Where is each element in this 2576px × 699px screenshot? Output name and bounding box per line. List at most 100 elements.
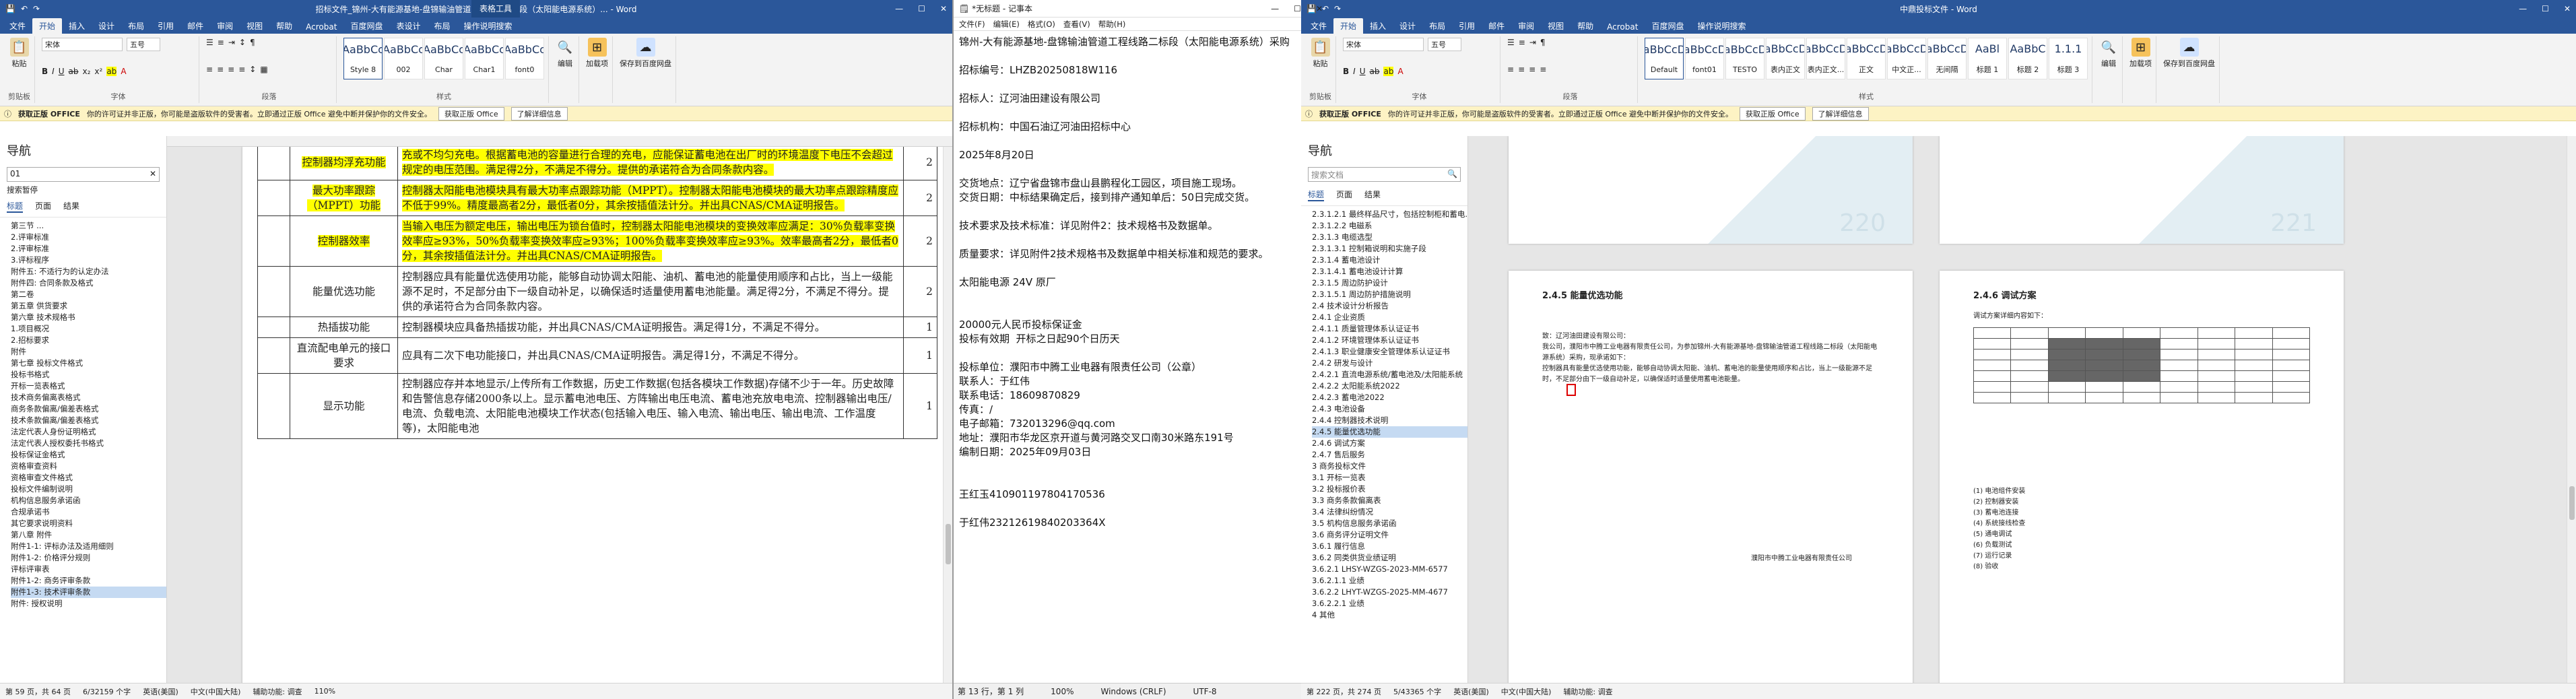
style-item[interactable]: AaBl 标题 1 [1968, 38, 2007, 79]
notepad-text-area[interactable]: 锦州-大有能源基地-盘锦输油管道工程线路二标段（太阳能电源系统）采购 招标编号：… [954, 31, 1328, 534]
ribbon-tab[interactable]: 文件 [3, 18, 32, 34]
nav-heading-item[interactable]: 第七章 投标文件格式 [11, 358, 166, 369]
style-item[interactable]: AaBbCcDd 中文正... [1887, 38, 1926, 79]
ribbon-tab[interactable]: 布局 [1422, 18, 1452, 34]
nav-heading-item[interactable]: 2.4.1.3 职业健康安全管理体系认证证书 [1312, 346, 1467, 358]
criterion-name-cell[interactable]: 显示功能 [290, 373, 398, 439]
undo-icon[interactable]: ↶ [21, 4, 28, 13]
nav-heading-item[interactable]: 2.4.6 调试方案 [1312, 438, 1467, 449]
strikethrough-button[interactable]: ab [69, 67, 79, 76]
nav-heading-item[interactable]: 技术商务偏离表格式 [11, 392, 166, 403]
ribbon-tab[interactable]: 布局 [427, 18, 457, 34]
ribbon-tab[interactable]: 操作说明搜索 [457, 18, 519, 34]
ribbon-tab[interactable]: 视图 [1541, 18, 1571, 34]
save-icon[interactable]: 💾 [5, 4, 15, 13]
edit-button[interactable]: 🔍 编辑 [2099, 38, 2118, 69]
nav-heading-item[interactable]: 其它要求说明资料 [11, 518, 166, 529]
addins-button[interactable]: ⊞ 加载项 [2129, 38, 2152, 69]
ribbon-tab[interactable]: 表设计 [389, 18, 427, 34]
align-right-icon[interactable]: ≡ [1529, 65, 1535, 74]
score-cell[interactable]: 2 [903, 266, 937, 317]
status-item[interactable]: 第 59 页，共 64 页 [5, 686, 71, 697]
close-icon[interactable]: ✕ [2564, 4, 2571, 13]
menu-item[interactable]: 查看(V) [1063, 19, 1090, 29]
nav-heading-item[interactable]: 1.项目概况 [11, 323, 166, 335]
font-name-select[interactable]: 宋体 [42, 38, 123, 51]
nav-heading-item[interactable]: 法定代表人身份证明格式 [11, 426, 166, 438]
menu-item[interactable]: 格式(O) [1028, 19, 1055, 29]
paste-button[interactable]: 📋 粘贴 [1309, 38, 1331, 69]
show-marks-icon[interactable]: ¶ [1540, 38, 1546, 47]
nav-heading-item[interactable]: 合规承诺书 [11, 506, 166, 518]
bold-button[interactable]: B [42, 67, 48, 76]
nav-heading-item[interactable]: 3.6.2.1.1 业绩 [1312, 575, 1467, 587]
score-cell[interactable]: 2 [903, 147, 937, 180]
criterion-name-cell[interactable]: 直流配电单元的接口要求 [290, 337, 398, 374]
strikethrough-button[interactable]: ab [1370, 67, 1380, 76]
learn-more-button[interactable]: 了解详细信息 [1812, 106, 1869, 121]
nav-heading-item[interactable]: 2.4.2 研发与设计 [1312, 358, 1467, 369]
criterion-name-cell[interactable]: 控制器效率 [290, 215, 398, 267]
criterion-name-cell[interactable]: 热插拔功能 [290, 317, 398, 338]
nav-tab[interactable]: 标题 [1308, 189, 1325, 201]
menu-item[interactable]: 编辑(E) [993, 19, 1020, 29]
vertical-scrollbar[interactable] [943, 147, 952, 683]
nav-heading-item[interactable]: 2.4.1.2 环境管理体系认证证书 [1312, 335, 1467, 346]
nav-heading-item[interactable]: 2.4.5 能量优选功能 [1312, 426, 1467, 438]
criterion-name-cell[interactable]: 能量优选功能 [290, 266, 398, 317]
style-item[interactable]: 1.1.1 标题 3 [2049, 38, 2088, 79]
nav-heading-item[interactable]: 2.4.2.1 直流电源系统/蓄电池及/太阳能系统 [1312, 369, 1467, 380]
superscript-button[interactable]: x² [94, 67, 102, 76]
nav-heading-item[interactable]: 2.3.1.5.1 周边防护措施说明 [1312, 289, 1467, 300]
nav-heading-item[interactable]: 开标一览表格式 [11, 380, 166, 392]
addins-button[interactable]: ⊞ 加载项 [586, 38, 608, 69]
status-item[interactable]: 6/32159 个字 [83, 686, 131, 697]
ribbon-tab[interactable]: 布局 [121, 18, 151, 34]
save-baidu-button[interactable]: ☁ 保存到百度网盘 [2163, 38, 2215, 69]
nav-heading-item[interactable]: 第五章 供货要求 [11, 300, 166, 312]
style-item[interactable]: AaBbCcDd font01 [1685, 38, 1724, 79]
status-item[interactable]: 第 222 页，共 274 页 [1307, 686, 1381, 697]
style-item[interactable]: AaBbCc Style 8 [343, 38, 383, 79]
criterion-text-cell[interactable]: 当输入电压为额定电压，输出电压为锁台值时，控制器太阳能电池模块的变换效率应满足：… [397, 215, 904, 267]
nav-heading-item[interactable]: 评标评审表 [11, 564, 166, 575]
ribbon-tab[interactable]: 帮助 [1571, 18, 1600, 34]
save-baidu-button[interactable]: ☁ 保存到百度网盘 [620, 38, 671, 69]
criterion-name-cell[interactable]: 控制器均浮充功能 [290, 147, 398, 180]
nav-heading-item[interactable]: 资格审查资料 [11, 461, 166, 472]
save-icon[interactable]: 💾 [1307, 4, 1317, 13]
ribbon-tab[interactable]: 开始 [32, 18, 63, 34]
style-item[interactable]: AaBbCc Char1 [465, 38, 504, 79]
nav-heading-item[interactable]: 2.3.1.2.2 电磁系 [1312, 220, 1467, 232]
italic-button[interactable]: I [52, 67, 55, 76]
status-item[interactable]: 辅助功能: 调查 [253, 686, 302, 697]
criterion-name-cell[interactable]: 最大功率跟踪（MPPT）功能 [290, 180, 398, 216]
nav-heading-item[interactable]: 2.3.1.2.1 最终样品尺寸，包括控制柜和蓄电... [1312, 209, 1467, 220]
nav-heading-item[interactable]: 附件1-1: 评标办法及适用细则 [11, 541, 166, 552]
shading-icon[interactable]: ▦ [260, 65, 267, 74]
nav-search-input[interactable]: 搜索文档 🔍 [1308, 167, 1461, 182]
subscript-button[interactable]: x₂ [82, 67, 90, 76]
ribbon-tab[interactable]: 文件 [1304, 18, 1333, 34]
menu-item[interactable]: 帮助(H) [1098, 19, 1126, 29]
nav-heading-item[interactable]: 投标书格式 [11, 369, 166, 380]
get-office-button[interactable]: 获取正版 Office [1740, 106, 1806, 121]
criterion-text-cell[interactable]: 控制器应具有能量优选使用功能，能够自动协调太阳能、油机、蓄电池的能量使用顺序和占… [397, 266, 904, 317]
align-left-icon[interactable]: ≡ [206, 65, 213, 74]
align-center-icon[interactable]: ≡ [1518, 65, 1525, 74]
minimize-icon[interactable]: — [1271, 4, 1279, 13]
nav-heading-item[interactable]: 投标文件编制说明 [11, 484, 166, 495]
style-item[interactable]: AaBbCc 002 [384, 38, 423, 79]
redo-icon[interactable]: ↷ [1334, 4, 1341, 13]
font-size-select[interactable]: 五号 [1428, 38, 1461, 51]
ribbon-tab[interactable]: 审阅 [210, 18, 240, 34]
ribbon-tab[interactable]: 百度网盘 [1645, 18, 1690, 34]
score-cell[interactable]: 2 [903, 215, 937, 267]
criterion-text-cell[interactable]: 控制器模块应具备热插拔功能，并出具CNAS/CMA证明报告。满足得1分，不满足不… [397, 317, 904, 338]
ribbon-tab[interactable]: 百度网盘 [343, 18, 389, 34]
nav-tab[interactable]: 结果 [63, 200, 79, 213]
justify-icon[interactable]: ≡ [238, 65, 245, 74]
ribbon-tab[interactable]: Acrobat [1600, 20, 1645, 34]
align-center-icon[interactable]: ≡ [217, 65, 224, 74]
nav-heading-item[interactable]: 机构信息服务承诺函 [11, 495, 166, 506]
